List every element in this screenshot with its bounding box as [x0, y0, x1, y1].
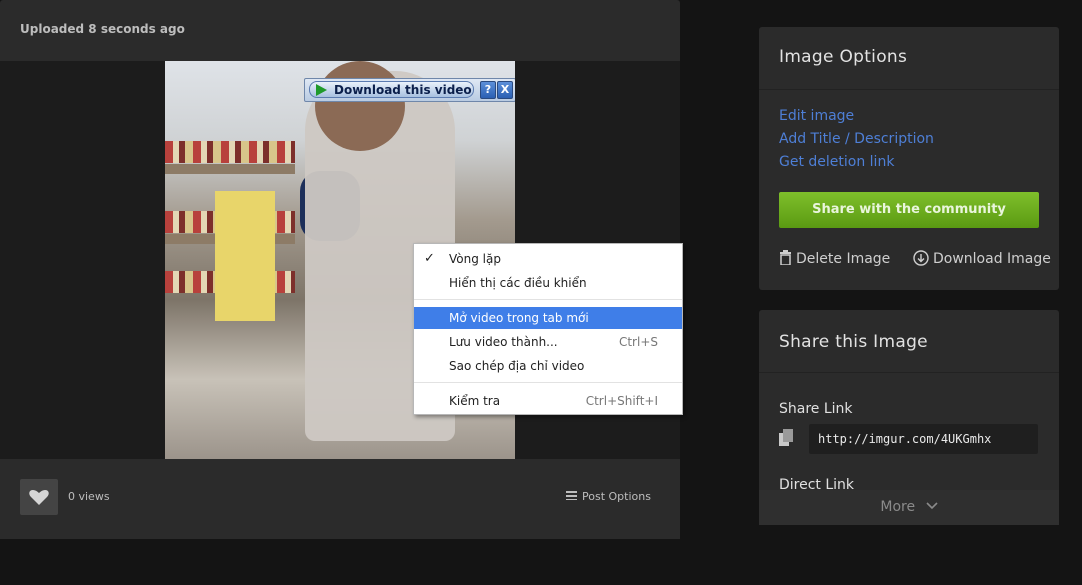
share-link-field[interactable]	[809, 424, 1038, 454]
menu-item-copy-address[interactable]: Sao chép địa chỉ video	[414, 355, 682, 377]
delete-image-label: Delete Image	[796, 251, 891, 267]
download-video-label: Download this video	[334, 83, 472, 97]
get-deletion-link[interactable]: Get deletion link	[779, 154, 894, 170]
store-shelf	[165, 164, 295, 174]
close-overlay-button[interactable]: X	[497, 81, 513, 99]
help-button[interactable]: ?	[480, 81, 496, 99]
trash-icon	[780, 250, 791, 266]
heart-icon	[29, 490, 49, 505]
yellow-sign	[215, 191, 275, 321]
download-icon	[913, 250, 929, 266]
chevron-down-icon	[926, 502, 938, 510]
menu-item-inspect[interactable]: Kiểm tra Ctrl+Shift+I	[414, 390, 682, 412]
panel-title: Image Options	[779, 47, 908, 67]
post-options-button[interactable]: Post Options	[566, 490, 651, 503]
like-button[interactable]	[20, 479, 58, 515]
menu-item-label: Mở video trong tab mới	[449, 311, 589, 325]
menu-item-save-video[interactable]: Lưu video thành... Ctrl+S	[414, 331, 682, 353]
menu-item-shortcut: Ctrl+S	[618, 335, 658, 349]
menu-item-label: Hiển thị các điều khiển	[449, 276, 587, 290]
panel-header: Share this Image	[759, 310, 1059, 373]
share-link-label: Share Link	[779, 401, 853, 417]
post-footer: 0 views Post Options	[0, 459, 680, 539]
menu-item-label: Vòng lặp	[449, 252, 501, 266]
panel-header: Image Options	[759, 27, 1059, 90]
download-video-toolbar: Download this video ? X	[304, 78, 515, 102]
view-count: 0 views	[68, 490, 110, 503]
video-context-menu: ✓ Vòng lặp Hiển thị các điều khiển Mở vi…	[413, 243, 683, 415]
menu-item-shortcut: Ctrl+Shift+I	[585, 394, 658, 408]
add-title-description-link[interactable]: Add Title / Description	[779, 131, 934, 147]
menu-divider	[414, 299, 682, 300]
post-options-label: Post Options	[582, 490, 651, 503]
check-icon: ✓	[424, 251, 435, 266]
menu-divider	[414, 382, 682, 383]
share-image-panel: Share this Image Share Link Direct Link …	[759, 310, 1059, 525]
download-image-label: Download Image	[933, 251, 1051, 267]
upload-status: Uploaded 8 seconds ago	[20, 22, 185, 36]
share-with-community-button[interactable]: Share with the community	[779, 192, 1039, 228]
panel-title: Share this Image	[779, 332, 928, 352]
more-label: More	[880, 499, 916, 515]
menu-item-label: Sao chép địa chỉ video	[449, 359, 585, 373]
menu-item-label: Kiểm tra	[449, 394, 501, 408]
post-header: Uploaded 8 seconds ago	[0, 0, 680, 61]
menu-item-label: Lưu video thành...	[449, 335, 558, 349]
image-options-panel: Image Options Edit image Add Title / Des…	[759, 27, 1059, 290]
delete-image-button[interactable]: Delete Image	[779, 250, 890, 267]
person-head	[315, 61, 405, 151]
play-icon	[316, 84, 327, 96]
edit-image-link[interactable]: Edit image	[779, 108, 854, 124]
copy-icon[interactable]	[779, 429, 793, 447]
download-video-button[interactable]: Download this video	[309, 81, 474, 98]
menu-icon	[566, 491, 577, 500]
menu-item-loop[interactable]: ✓ Vòng lặp	[414, 248, 682, 270]
menu-item-show-controls[interactable]: Hiển thị các điều khiển	[414, 272, 682, 294]
menu-item-open-new-tab[interactable]: Mở video trong tab mới	[414, 307, 682, 329]
store-shelf	[165, 141, 295, 163]
download-image-button[interactable]: Download Image	[913, 250, 1051, 267]
more-button[interactable]: More	[759, 490, 1059, 525]
